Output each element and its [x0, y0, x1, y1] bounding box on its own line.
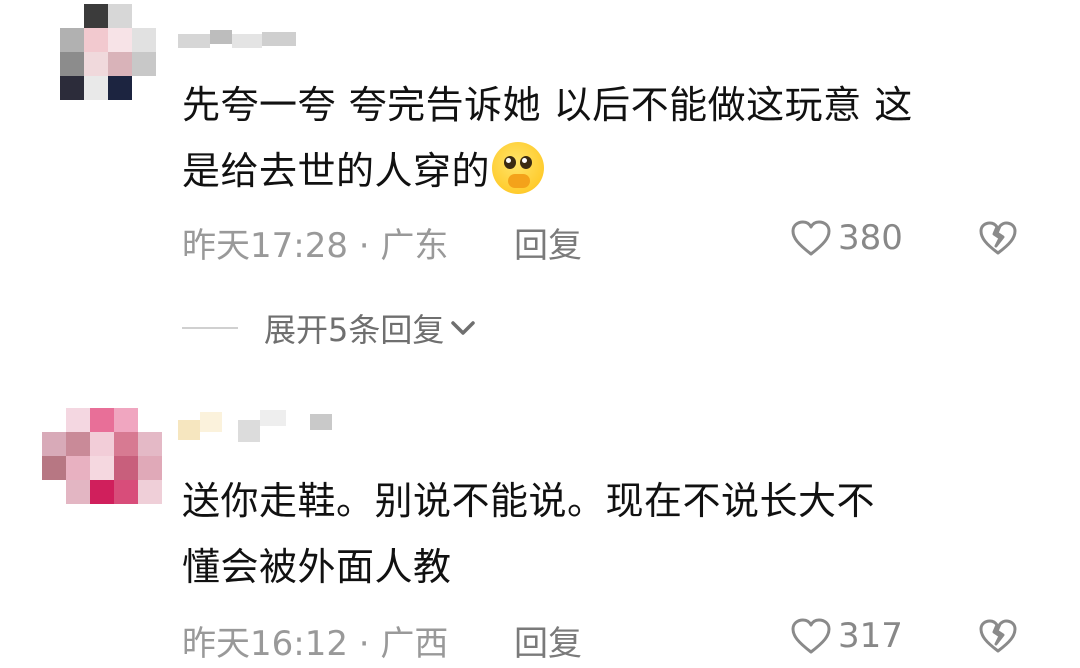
comment-text: 送你走鞋。别说不能说。现在不说长大不 懂会被外面人教	[182, 468, 1042, 600]
like-button[interactable]: 317	[790, 616, 903, 656]
comment-text-line: 是给去世的人穿的	[182, 149, 491, 193]
heart-outline-icon	[791, 220, 831, 256]
chevron-down-icon	[451, 321, 476, 335]
divider-line	[182, 327, 238, 329]
comment-item: 送你走鞋。别说不能说。现在不说长大不 懂会被外面人教 昨天16:12 · 广西 …	[0, 390, 1080, 668]
reply-button[interactable]: 回复	[514, 218, 582, 267]
like-count: 380	[838, 218, 903, 258]
comment-text-line: 送你走鞋。别说不能说。现在不说长大不	[182, 479, 876, 523]
comment-item: 先夸一夸 夸完告诉她 以后不能做这玩意 这 是给去世的人穿的 昨天17:28 ·…	[0, 0, 1080, 370]
avatar-blurred[interactable]	[60, 4, 156, 100]
pleading-hands-over-mouth-emoji	[492, 142, 545, 194]
comment-text-line: 先夸一夸 夸完告诉她 以后不能做这玩意 这	[182, 83, 913, 127]
reply-button[interactable]: 回复	[514, 616, 582, 665]
broken-heart-icon[interactable]	[978, 220, 1018, 256]
comment-text: 先夸一夸 夸完告诉她 以后不能做这玩意 这 是给去世的人穿的	[182, 72, 1042, 204]
comment-text-line: 懂会被外面人教	[182, 545, 452, 589]
time-location: 昨天17:28 · 广东	[182, 226, 449, 266]
expand-replies-label: 展开5条回复	[264, 311, 445, 349]
avatar-blurred[interactable]	[42, 408, 162, 504]
expand-replies-button[interactable]: 展开5条回复	[182, 306, 476, 350]
username-blurred[interactable]	[178, 410, 348, 442]
like-count: 317	[838, 616, 903, 656]
like-button[interactable]: 380	[790, 218, 903, 258]
comment-meta: 昨天17:28 · 广东 回复 380	[182, 218, 1042, 266]
broken-heart-icon[interactable]	[978, 618, 1018, 654]
heart-outline-icon	[791, 618, 831, 654]
comment-meta: 昨天16:12 · 广西 回复 317	[182, 616, 1042, 664]
time-location: 昨天16:12 · 广西	[182, 624, 449, 664]
username-blurred[interactable]	[178, 26, 308, 56]
